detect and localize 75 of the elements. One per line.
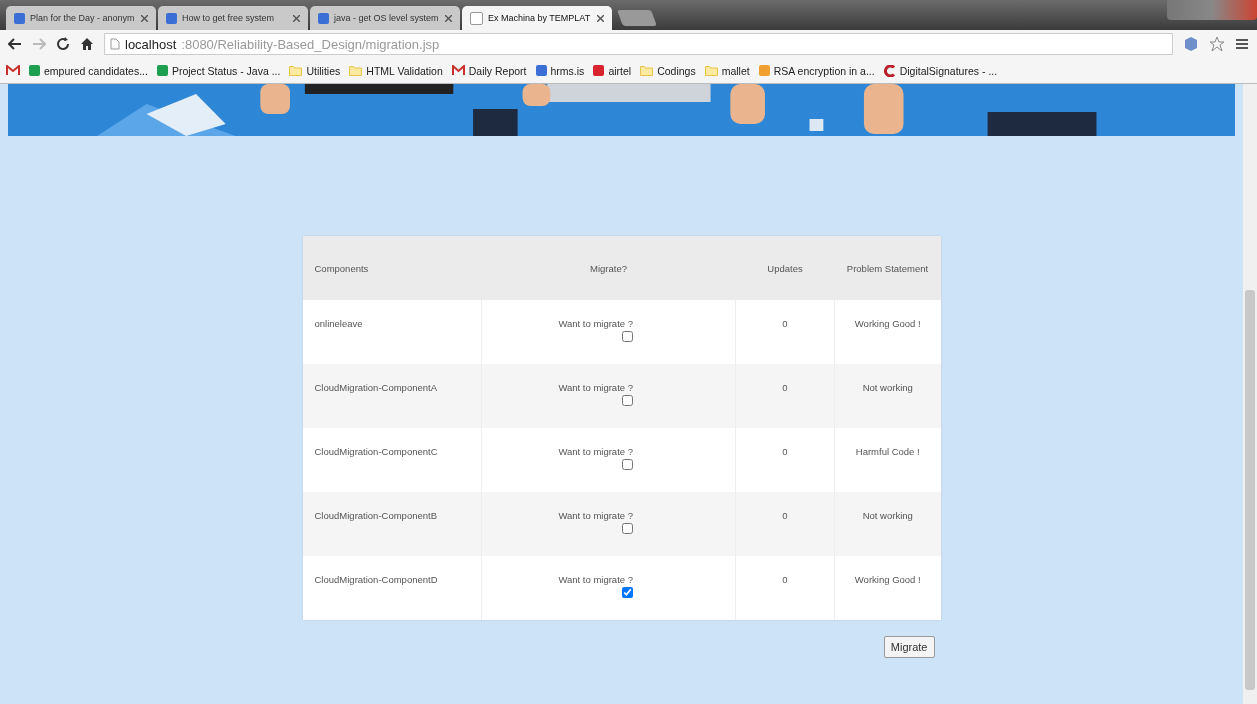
page-icon: [318, 12, 329, 24]
component-name: CloudMigration-ComponentC: [314, 446, 438, 457]
mail-icon: [451, 65, 465, 76]
bookmark-item[interactable]: HTML Validation: [349, 64, 443, 77]
browser-tab[interactable]: How to get free system: [158, 6, 308, 30]
migrate-checkbox[interactable]: [622, 523, 633, 534]
browser-tab[interactable]: Plan for the Day - anonym: [6, 6, 156, 30]
scrollbar[interactable]: [1243, 84, 1257, 704]
reload-icon[interactable]: [56, 37, 70, 51]
problem-statement: Working Good !: [854, 318, 921, 329]
page-icon: [166, 12, 177, 24]
component-name: CloudMigration-ComponentA: [314, 382, 437, 393]
problem-statement: Not working: [862, 510, 913, 521]
page-icon: [470, 11, 483, 25]
folder-icon: [704, 65, 718, 76]
column-header: Updates: [735, 236, 835, 300]
migrate-button[interactable]: Migrate: [883, 636, 935, 658]
folder-icon: [640, 65, 654, 76]
site-icon: [29, 65, 40, 76]
back-icon[interactable]: [8, 38, 22, 50]
component-name: onlineleave: [314, 318, 363, 329]
problem-statement: Not working: [862, 382, 913, 393]
close-icon[interactable]: [141, 14, 148, 22]
new-tab-button[interactable]: [617, 10, 657, 26]
update-count: 0: [782, 574, 788, 585]
site-icon: [758, 65, 770, 76]
home-icon[interactable]: [80, 37, 94, 51]
page-icon: [110, 38, 120, 50]
address-bar[interactable]: localhost :8080/Reliability-Based_Design/migration.jsp: [104, 33, 1173, 55]
extension-icon[interactable]: [1183, 36, 1199, 52]
problem-statement: Working Good !: [854, 574, 921, 585]
bookmark-item[interactable]: DigitalSignatures - ...: [883, 64, 998, 77]
migrate-prompt: Want to migrate ?: [558, 510, 633, 521]
bookmark-item[interactable]: Project Status - Java ...: [156, 64, 281, 77]
update-count: 0: [782, 318, 788, 329]
migrate-checkbox[interactable]: [622, 587, 633, 598]
migrate-checkbox[interactable]: [622, 459, 633, 470]
component-name: CloudMigration-ComponentB: [314, 510, 437, 521]
bookmark-item[interactable]: hrms.is: [535, 64, 585, 77]
close-icon[interactable]: [597, 14, 604, 22]
column-header: Migrate?: [481, 236, 736, 300]
site-icon: [593, 65, 605, 76]
page-icon: [14, 12, 25, 24]
folder-icon: [349, 65, 363, 76]
update-count: 0: [782, 510, 788, 521]
column-header: Components: [302, 236, 482, 300]
migrate-checkbox[interactable]: [622, 331, 633, 342]
bookmark-item[interactable]: airtel: [593, 64, 632, 77]
site-icon: [535, 65, 547, 76]
problem-statement: Harmful Code !: [855, 446, 920, 457]
c-logo-icon: [883, 64, 896, 77]
bookmark-item[interactable]: Daily Report: [451, 64, 527, 77]
component-name: CloudMigration-ComponentD: [314, 574, 438, 585]
migrate-prompt: Want to migrate ?: [558, 446, 633, 457]
migrate-prompt: Want to migrate ?: [558, 382, 633, 393]
star-icon[interactable]: [1209, 36, 1225, 52]
mail-icon[interactable]: [6, 65, 20, 76]
bookmark-item[interactable]: Utilities: [289, 64, 341, 77]
site-icon: [156, 65, 168, 76]
update-count: 0: [782, 382, 788, 393]
browser-tab[interactable]: Ex Machina by TEMPLAT: [462, 6, 612, 30]
bookmark-item[interactable]: Codings: [640, 64, 696, 77]
menu-icon[interactable]: [1235, 38, 1249, 50]
close-icon[interactable]: [445, 14, 452, 22]
bookmark-item[interactable]: RSA encryption in a...: [758, 64, 875, 77]
close-icon[interactable]: [293, 14, 300, 22]
folder-icon: [289, 65, 303, 76]
migrate-prompt: Want to migrate ?: [558, 318, 633, 329]
browser-tab[interactable]: java - get OS level system: [310, 6, 460, 30]
bookmark-item[interactable]: mallet: [704, 64, 750, 77]
update-count: 0: [782, 446, 788, 457]
column-header: Problem Statement: [834, 236, 941, 300]
migrate-prompt: Want to migrate ?: [558, 574, 633, 585]
migrate-checkbox[interactable]: [622, 395, 633, 406]
bookmark-item[interactable]: empured candidates...: [29, 64, 148, 77]
